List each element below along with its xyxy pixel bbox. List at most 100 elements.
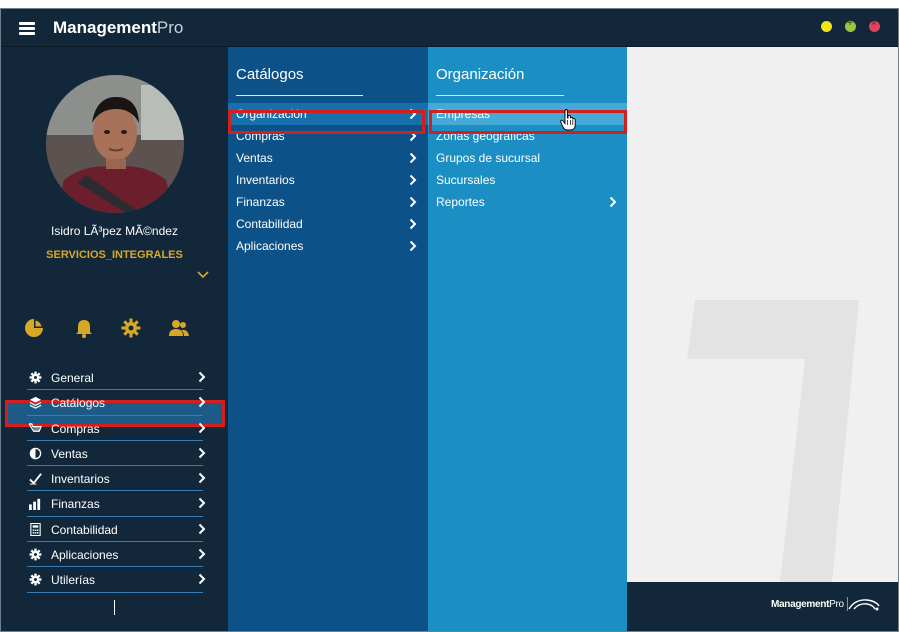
catalogos-item-label: Aplicaciones bbox=[236, 239, 304, 253]
avatar-photo bbox=[46, 75, 184, 213]
sidebar-item-inventarios[interactable]: Inventarios bbox=[27, 466, 206, 492]
gear-icon[interactable] bbox=[120, 317, 144, 339]
version-seven-watermark bbox=[687, 300, 859, 582]
chevron-right-icon bbox=[198, 371, 206, 383]
maximize-button[interactable] bbox=[845, 18, 856, 32]
pie-chart-icon[interactable] bbox=[23, 317, 47, 339]
sidebar-item-general[interactable]: General bbox=[27, 365, 206, 391]
catalogos-item-label: Compras bbox=[236, 129, 285, 143]
sidebar-item-ventas[interactable]: Ventas bbox=[27, 441, 206, 467]
chevron-right-icon bbox=[198, 447, 206, 459]
catalogos-item-ventas[interactable]: Ventas bbox=[228, 147, 428, 169]
sidebar-item-catalogos[interactable]: Catálogos bbox=[27, 390, 206, 416]
close-button[interactable] bbox=[869, 18, 880, 32]
organizacion-list: Empresas Zonas geográficas Grupos de sucur… bbox=[428, 103, 628, 213]
catalogos-item-label: Finanzas bbox=[236, 195, 285, 209]
logo-swoosh-icon bbox=[847, 597, 880, 611]
catalogos-item-contabilidad[interactable]: Contabilidad bbox=[228, 213, 428, 235]
hamburger-menu-icon[interactable] bbox=[19, 22, 35, 35]
sidebar-item-utilerias[interactable]: Utilerías bbox=[27, 567, 206, 593]
chevron-down-icon[interactable] bbox=[196, 267, 210, 279]
chevron-right-icon bbox=[198, 396, 206, 408]
catalogos-item-aplicaciones[interactable]: Aplicaciones bbox=[228, 235, 428, 257]
app-title-light: Pro bbox=[156, 18, 184, 37]
chevron-right-icon bbox=[609, 196, 617, 208]
hand-cursor-icon bbox=[560, 109, 576, 131]
organizacion-item-zonas-geograficas[interactable]: Zonas geográficas bbox=[428, 125, 628, 147]
footer-logo-light: Pro bbox=[829, 599, 844, 610]
sidebar-item-label: Compras bbox=[51, 421, 100, 436]
chevron-right-icon bbox=[409, 152, 417, 164]
chevron-right-icon bbox=[409, 218, 417, 230]
users-icon[interactable] bbox=[168, 317, 192, 339]
organizacion-item-label: Zonas geográficas bbox=[436, 129, 535, 143]
footer-logo: ManagementPro bbox=[771, 599, 844, 610]
content-area bbox=[627, 47, 898, 582]
sidebar-item-label: General bbox=[51, 371, 94, 385]
organizacion-item-label: Grupos de sucursal bbox=[436, 151, 541, 165]
catalogos-item-label: Inventarios bbox=[236, 173, 295, 187]
catalogos-panel: Catálogos Organización Compras Ventas Inven… bbox=[228, 47, 428, 631]
footer: ManagementPro bbox=[627, 582, 898, 631]
bar-chart-icon bbox=[29, 497, 42, 511]
catalogos-item-organizacion[interactable]: Organización bbox=[228, 103, 428, 125]
catalogos-panel-title: Catálogos bbox=[236, 66, 304, 83]
chevron-right-icon bbox=[198, 422, 206, 434]
catalogos-item-inventarios[interactable]: Inventarios bbox=[228, 169, 428, 191]
sidebar-item-label: Utilerías bbox=[51, 573, 96, 588]
avatar[interactable] bbox=[46, 75, 184, 213]
divider bbox=[436, 95, 564, 96]
organizacion-item-empresas[interactable]: Empresas bbox=[428, 103, 628, 125]
title-bar: ManagementPro bbox=[1, 9, 898, 47]
chevron-right-icon bbox=[198, 497, 206, 509]
cart-icon bbox=[27, 422, 42, 435]
organizacion-item-label: Empresas bbox=[436, 107, 491, 121]
sidebar-item-compras[interactable]: Compras bbox=[27, 416, 206, 441]
organizacion-panel: Organización Empresas Zonas geográficas Gr… bbox=[428, 47, 628, 631]
chevron-right-icon bbox=[198, 573, 206, 585]
sidebar-item-label: Finanzas bbox=[51, 497, 100, 512]
sidebar-item-label: Aplicaciones bbox=[51, 548, 119, 563]
bell-icon[interactable] bbox=[73, 317, 97, 339]
check-icon bbox=[29, 472, 42, 485]
sidebar-item-label: Contabilidad bbox=[51, 522, 118, 537]
organizacion-item-label: Sucursales bbox=[436, 173, 496, 187]
app-title-bold: Management bbox=[53, 18, 157, 37]
sidebar-item-finanzas[interactable]: Finanzas bbox=[27, 491, 206, 517]
app-window: ManagementPro Isidro LÃ³pez MÃ©ndez SER bbox=[0, 8, 899, 632]
organizacion-item-sucursales[interactable]: Sucursales bbox=[428, 169, 628, 191]
chevron-right-icon bbox=[409, 240, 417, 252]
chevron-right-icon bbox=[409, 196, 417, 208]
sidebar-item-label: Inventarios bbox=[51, 472, 110, 487]
scroll-indicator[interactable] bbox=[114, 600, 115, 615]
chevron-right-icon bbox=[198, 548, 206, 560]
catalogos-item-finanzas[interactable]: Finanzas bbox=[228, 191, 428, 213]
chevron-right-icon bbox=[409, 174, 417, 186]
minimize-button[interactable] bbox=[821, 21, 832, 32]
chevron-right-icon bbox=[409, 108, 417, 120]
sidebar-menu: General Catálogos Compras Ventas Inventarios… bbox=[27, 365, 206, 593]
sidebar-item-aplicaciones[interactable]: Aplicaciones bbox=[27, 542, 206, 568]
company-name[interactable]: SERVICIOS_INTEGRALES bbox=[1, 249, 228, 261]
gear-icon bbox=[29, 371, 42, 384]
layers-icon bbox=[29, 396, 42, 410]
sidebar: Isidro LÃ³pez MÃ©ndez SERVICIOS_INTEGRAL… bbox=[1, 47, 228, 631]
catalogos-item-label: Contabilidad bbox=[236, 217, 303, 231]
footer-logo-bold: Management bbox=[771, 599, 830, 610]
chevron-right-icon bbox=[198, 472, 206, 484]
catalogos-item-label: Organización bbox=[236, 107, 307, 121]
catalogos-item-compras[interactable]: Compras bbox=[228, 125, 428, 147]
gear-icon bbox=[29, 548, 42, 561]
organizacion-item-reportes[interactable]: Reportes bbox=[428, 191, 628, 213]
catalogos-list: Organización Compras Ventas Inventarios Fina… bbox=[228, 103, 428, 257]
sidebar-item-label: Catálogos bbox=[51, 396, 106, 411]
app-title: ManagementPro bbox=[53, 18, 183, 38]
organizacion-panel-title: Organización bbox=[436, 66, 525, 83]
chevron-right-icon bbox=[198, 523, 206, 535]
gear-icon bbox=[29, 573, 42, 586]
sales-icon bbox=[29, 447, 42, 460]
chevron-right-icon bbox=[409, 130, 417, 142]
sidebar-item-contabilidad[interactable]: Contabilidad bbox=[27, 517, 206, 543]
organizacion-item-label: Reportes bbox=[436, 195, 485, 209]
organizacion-item-grupos-de-sucursal[interactable]: Grupos de sucursal bbox=[428, 147, 628, 169]
